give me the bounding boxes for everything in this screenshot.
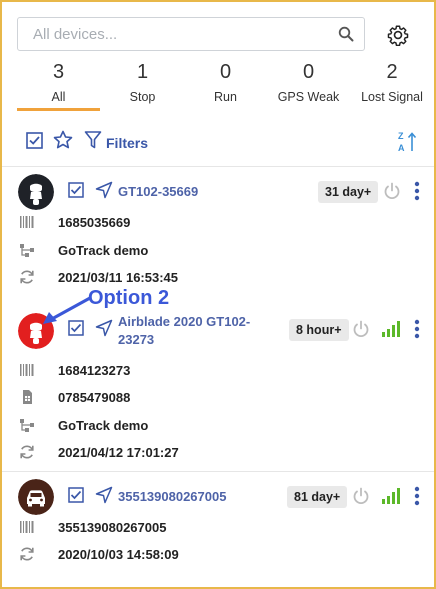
sim-number: 0785479088: [58, 390, 131, 405]
sync-icon: [20, 445, 34, 459]
signal-strength-icon: [382, 321, 400, 337]
status-badge: 31 day+: [318, 181, 379, 203]
tab-count: 2: [386, 61, 398, 83]
tab-label: GPS Weak: [277, 90, 340, 104]
sort-az-icon[interactable]: Z A: [397, 130, 417, 154]
device-name[interactable]: 355139080267005: [118, 488, 226, 506]
filters-button[interactable]: Filters: [106, 135, 148, 151]
tab-label: Run: [214, 90, 237, 104]
group-tree-icon: [20, 419, 34, 432]
tab-label: Lost Signal: [361, 90, 423, 104]
tab-run[interactable]: 0 Run: [184, 60, 267, 104]
tab-count: 0: [302, 61, 315, 83]
device-imei: 1684123273: [58, 363, 131, 378]
power-icon: [353, 320, 369, 338]
tab-label: Stop: [129, 90, 156, 104]
tab-stop[interactable]: 1 Stop: [101, 60, 184, 104]
device-list-panel: 3 All 1 Stop 0 Run 0 GPS Weak 2 Lost Sig…: [0, 0, 436, 589]
search-box: [17, 17, 365, 51]
card-divider: [2, 471, 434, 472]
device-checkbox[interactable]: [68, 182, 84, 198]
scooter-avatar-icon: [18, 174, 54, 210]
navigation-icon[interactable]: [95, 486, 113, 504]
barcode-icon: [20, 216, 34, 228]
tab-gps-weak[interactable]: 0 GPS Weak: [267, 60, 350, 104]
tab-count: 0: [219, 61, 232, 83]
device-checkbox[interactable]: [68, 487, 84, 503]
device-name[interactable]: GT102-35669: [118, 183, 198, 201]
more-options-icon[interactable]: [414, 319, 420, 339]
sync-icon: [20, 270, 34, 284]
select-all-checkbox-icon[interactable]: [26, 132, 43, 149]
device-imei: 1685035669: [58, 215, 131, 230]
barcode-icon: [20, 521, 34, 533]
more-options-icon[interactable]: [414, 181, 420, 201]
device-name-line-1[interactable]: Airblade 2020 GT102-: [118, 313, 250, 331]
group-tree-icon: [20, 244, 34, 257]
power-icon: [353, 487, 369, 505]
more-options-icon[interactable]: [414, 486, 420, 506]
car-avatar-icon: [18, 479, 54, 515]
sync-icon: [20, 547, 34, 561]
tab-count: 1: [136, 61, 149, 83]
annotation-label: Option 2: [88, 287, 170, 309]
search-input[interactable]: [18, 18, 328, 50]
svg-text:Z: Z: [398, 131, 404, 141]
power-icon: [384, 182, 400, 200]
device-group: GoTrack demo: [58, 418, 149, 433]
annotation-arrow-icon: [43, 296, 92, 324]
tab-count: 3: [52, 61, 65, 83]
filter-icon[interactable]: [84, 130, 102, 150]
navigation-icon[interactable]: [95, 181, 113, 199]
last-update-time: 2021/03/11 16:53:45: [58, 270, 178, 285]
tab-label: All: [51, 90, 66, 104]
signal-strength-icon: [382, 488, 400, 504]
star-icon[interactable]: [53, 130, 73, 150]
device-name-line-2[interactable]: 23273: [118, 331, 154, 349]
navigation-icon[interactable]: [95, 319, 113, 337]
status-badge: 8 hour+: [289, 319, 349, 341]
last-update-time: 2021/04/12 17:01:27: [58, 445, 179, 460]
status-badge: 81 day+: [287, 486, 348, 508]
sim-card-icon: [23, 390, 32, 404]
search-icon[interactable]: [338, 26, 354, 42]
gear-icon[interactable]: [387, 24, 409, 46]
active-tab-indicator: [17, 108, 100, 111]
svg-text:A: A: [398, 143, 405, 153]
device-imei: 355139080267005: [58, 520, 167, 535]
device-group: GoTrack demo: [58, 243, 149, 258]
toolbar-divider: [2, 166, 434, 167]
tab-all[interactable]: 3 All: [17, 60, 100, 104]
barcode-icon: [20, 364, 34, 376]
tab-lost-signal[interactable]: 2 Lost Signal: [350, 60, 434, 104]
last-update-time: 2020/10/03 14:58:09: [58, 547, 179, 562]
